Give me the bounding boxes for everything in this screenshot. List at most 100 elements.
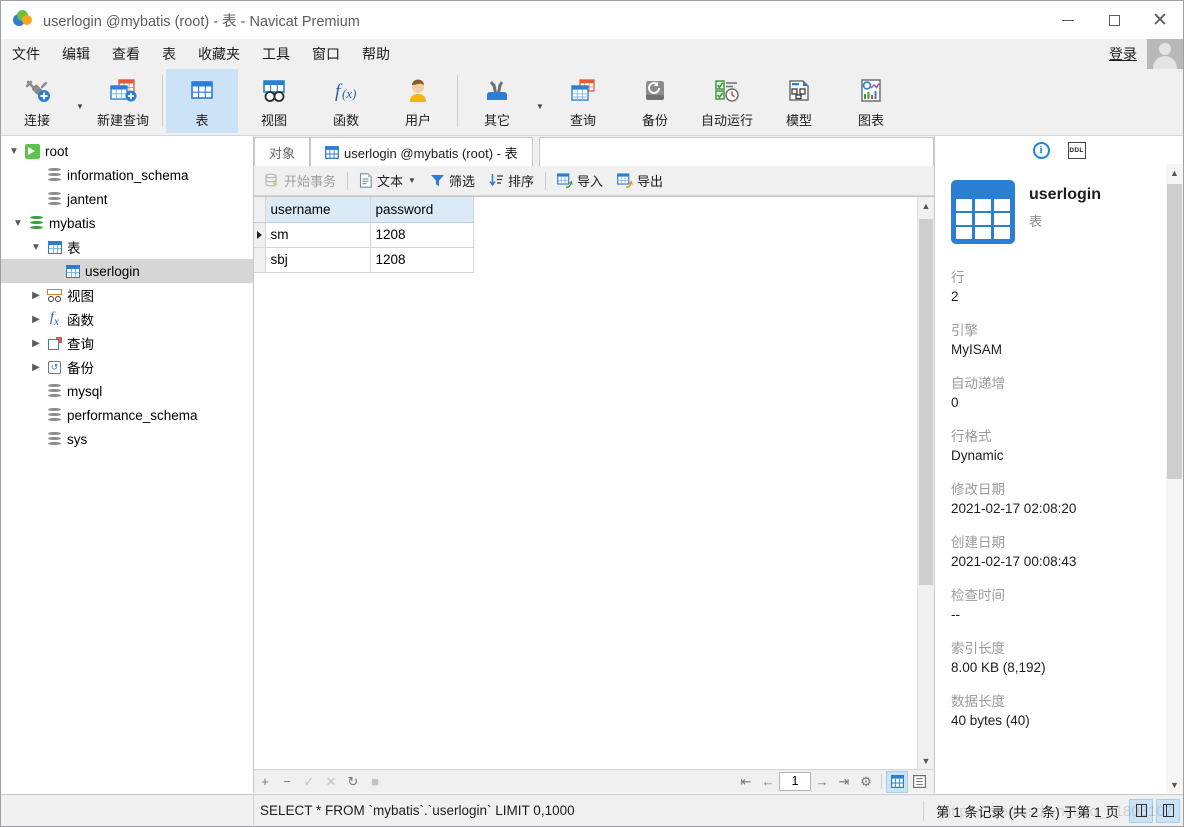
text-dropdown-caret-icon[interactable]: ▼	[408, 176, 416, 185]
cell-password[interactable]: 1208	[370, 247, 473, 272]
info-panel-scrollbar[interactable]: ▲ ▼	[1166, 164, 1183, 793]
tree-node-queries-folder[interactable]: ▶ 查询	[1, 331, 253, 355]
menu-item-table[interactable]: 表	[151, 39, 187, 69]
menu-item-window[interactable]: 窗口	[301, 39, 351, 69]
ddl-icon[interactable]: DDL	[1068, 142, 1086, 159]
sort-button[interactable]: 排序	[482, 169, 541, 193]
chevron-right-icon[interactable]: ▶	[27, 290, 45, 301]
row-marker[interactable]	[254, 247, 265, 272]
chevron-right-icon[interactable]: ▶	[27, 338, 45, 349]
table-row[interactable]: sm 1208	[254, 222, 473, 247]
ribbon-button-user[interactable]: 用户	[382, 69, 454, 133]
tree-node-root[interactable]: ▼ root	[1, 139, 253, 163]
ribbon-button-automation[interactable]: 自动运行	[691, 69, 763, 133]
menu-item-help[interactable]: 帮助	[351, 39, 401, 69]
page-number-input[interactable]: 1	[779, 772, 811, 791]
data-grid-area[interactable]: username password sm 1208 sbj 1208	[254, 196, 934, 769]
scroll-down-icon[interactable]: ▼	[1166, 776, 1183, 793]
begin-transaction-button[interactable]: 开始事务	[258, 169, 343, 193]
first-page-icon[interactable]: ⇤	[735, 771, 757, 793]
ribbon-button-new-query[interactable]: 新建查询	[87, 69, 159, 133]
grid-view-icon[interactable]	[886, 771, 908, 793]
delete-record-icon[interactable]: −	[276, 771, 298, 793]
apply-change-icon[interactable]: ✓	[298, 771, 320, 793]
chevron-right-icon[interactable]: ▶	[27, 362, 45, 373]
connection-dropdown-caret-icon[interactable]: ▼	[73, 69, 87, 133]
others-dropdown-caret-icon[interactable]: ▼	[533, 69, 547, 133]
column-header-password[interactable]: password	[370, 197, 473, 222]
scrollbar-thumb[interactable]	[919, 219, 933, 585]
prev-page-icon[interactable]: ←	[757, 771, 779, 793]
form-view-icon[interactable]	[908, 771, 930, 793]
scroll-down-icon[interactable]: ▼	[918, 752, 934, 769]
menu-item-tools[interactable]: 工具	[251, 39, 301, 69]
text-button[interactable]: 文本 ▼	[352, 169, 423, 193]
table-icon	[63, 265, 82, 278]
tree-node-userlogin[interactable]: userlogin	[1, 259, 253, 283]
tab-objects[interactable]: 对象	[254, 137, 310, 166]
ribbon-toolbar: 连接 ▼ 新建查询	[1, 69, 1183, 136]
split-view-button[interactable]	[1129, 799, 1153, 823]
tree-node-functions-folder[interactable]: ▶ fx 函数	[1, 307, 253, 331]
menu-item-favorites[interactable]: 收藏夹	[187, 39, 251, 69]
ribbon-button-chart[interactable]: 图表	[835, 69, 907, 133]
gear-icon[interactable]: ⚙	[855, 771, 877, 793]
login-link[interactable]: 登录	[1109, 44, 1137, 64]
export-button[interactable]: 导出	[610, 169, 670, 193]
tree-node-views-folder[interactable]: ▶ 视图	[1, 283, 253, 307]
scrollbar-thumb[interactable]	[1167, 184, 1182, 479]
info-icon[interactable]: i	[1033, 142, 1050, 159]
maximize-button[interactable]	[1091, 1, 1137, 39]
column-header-username[interactable]: username	[265, 197, 370, 222]
ribbon-button-others[interactable]: 其它	[461, 69, 533, 133]
data-grid[interactable]: username password sm 1208 sbj 1208	[254, 197, 474, 273]
import-icon	[557, 173, 573, 188]
filter-button[interactable]: 筛选	[423, 169, 482, 193]
cancel-change-icon[interactable]: ✕	[320, 771, 342, 793]
tree-node-information-schema[interactable]: information_schema	[1, 163, 253, 187]
tree-node-sys[interactable]: sys	[1, 427, 253, 451]
next-page-icon[interactable]: →	[811, 771, 833, 793]
minimize-button[interactable]	[1045, 1, 1091, 39]
tree-node-mysql[interactable]: mysql	[1, 379, 253, 403]
refresh-icon[interactable]: ↻	[342, 771, 364, 793]
tree-label-mybatis: mybatis	[49, 216, 96, 231]
tree-node-backups-folder[interactable]: ▶ ↺ 备份	[1, 355, 253, 379]
cell-username[interactable]: sm	[265, 222, 370, 247]
chevron-down-icon[interactable]: ▼	[5, 146, 23, 157]
tree-node-mybatis[interactable]: ▼ mybatis	[1, 211, 253, 235]
ribbon-button-connection[interactable]: 连接	[1, 69, 73, 133]
import-button[interactable]: 导入	[550, 169, 610, 193]
scroll-up-icon[interactable]: ▲	[1166, 164, 1183, 181]
add-record-icon[interactable]: +	[254, 771, 276, 793]
tree-node-tables-folder[interactable]: ▼ 表	[1, 235, 253, 259]
tree-node-jantent[interactable]: jantent	[1, 187, 253, 211]
ribbon-button-function[interactable]: f (x) 函数	[310, 69, 382, 133]
panel-toggle-button[interactable]	[1156, 799, 1180, 823]
cell-username[interactable]: sbj	[265, 247, 370, 272]
menu-item-view[interactable]: 查看	[101, 39, 151, 69]
table-row[interactable]: sbj 1208	[254, 247, 473, 272]
row-marker-current[interactable]	[254, 222, 265, 247]
object-tree[interactable]: ▼ root information_schema jantent ▼ myba…	[1, 136, 254, 793]
menu-item-edit[interactable]: 编辑	[51, 39, 101, 69]
close-button[interactable]: ✕	[1137, 1, 1183, 39]
tab-userlogin-table[interactable]: userlogin @mybatis (root) - 表	[310, 137, 533, 166]
ribbon-button-query[interactable]: 查询	[547, 69, 619, 133]
ribbon-button-backup[interactable]: 备份	[619, 69, 691, 133]
grid-vertical-scrollbar[interactable]: ▲ ▼	[917, 197, 934, 769]
last-page-icon[interactable]: ⇥	[833, 771, 855, 793]
ribbon-button-view[interactable]: 视图	[238, 69, 310, 133]
menu-item-file[interactable]: 文件	[1, 39, 51, 69]
chevron-right-icon[interactable]: ▶	[27, 314, 45, 325]
stop-icon[interactable]: ■	[364, 771, 386, 793]
ribbon-button-table[interactable]: 表	[166, 69, 238, 133]
ribbon-button-model[interactable]: 模型	[763, 69, 835, 133]
user-avatar-icon[interactable]	[1147, 39, 1183, 69]
cell-password[interactable]: 1208	[370, 222, 473, 247]
chevron-down-icon[interactable]: ▼	[9, 218, 27, 229]
scroll-up-icon[interactable]: ▲	[918, 197, 934, 214]
object-summary: userlogin 表	[951, 180, 1166, 244]
chevron-down-icon[interactable]: ▼	[27, 242, 45, 253]
tree-node-performance-schema[interactable]: performance_schema	[1, 403, 253, 427]
